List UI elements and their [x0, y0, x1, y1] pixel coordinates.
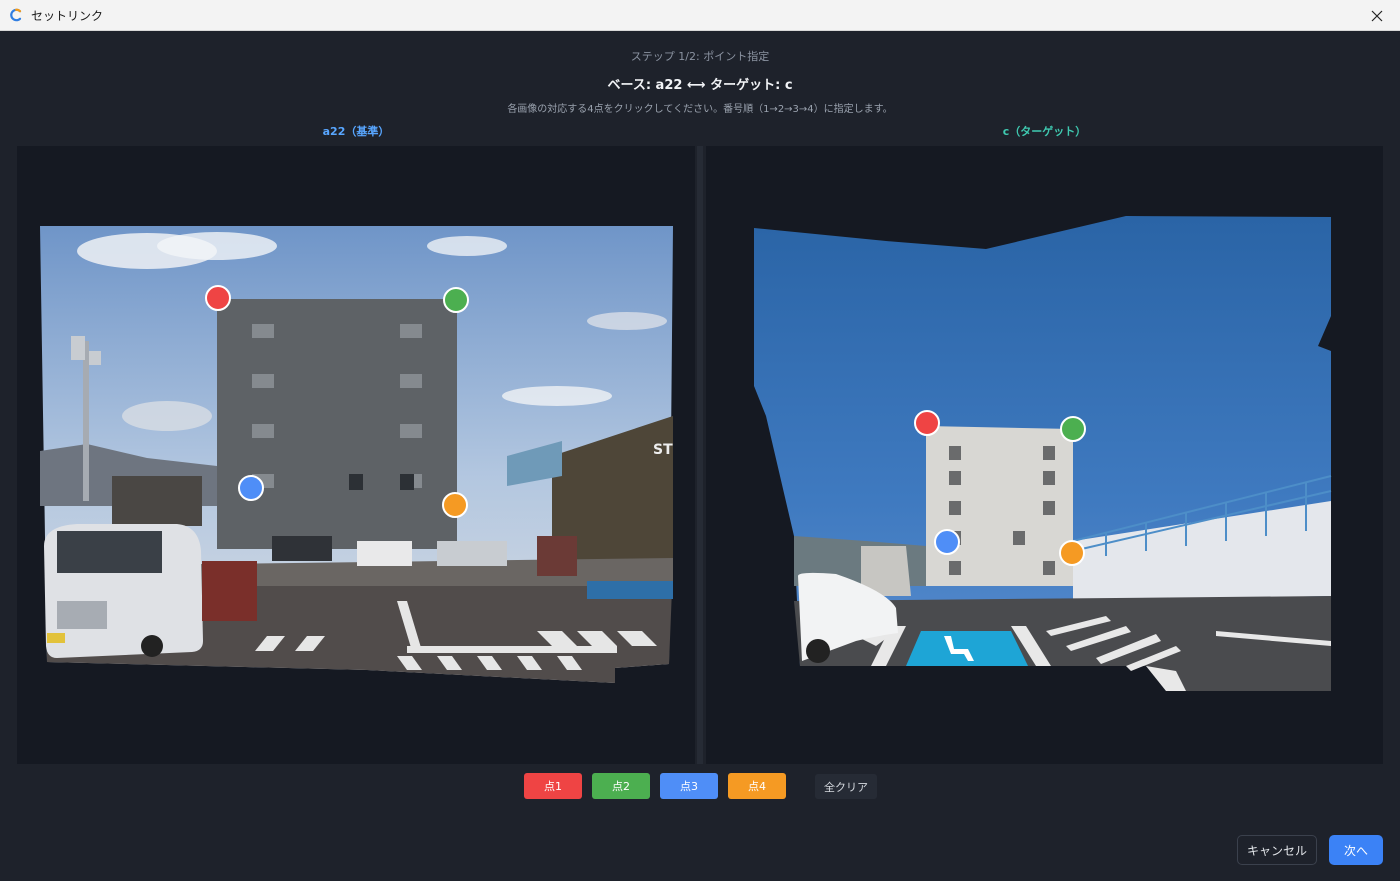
point-2-button[interactable]: 点2: [592, 773, 650, 799]
target-image-pane[interactable]: [706, 146, 1383, 764]
storefront-sign: ST: [653, 442, 673, 458]
step-indicator: ステップ 1/2: ポイント指定: [630, 50, 770, 63]
pair-title: ベース: a22 ⟷ ターゲット: c: [607, 78, 793, 93]
close-icon: [1371, 10, 1383, 21]
point-1-marker[interactable]: [205, 285, 231, 311]
close-button[interactable]: [1354, 0, 1400, 31]
point-4-button[interactable]: 点4: [728, 773, 786, 799]
point-4-marker-target[interactable]: [1059, 540, 1085, 566]
point-3-marker[interactable]: [238, 475, 264, 501]
point-2-marker[interactable]: [443, 287, 469, 313]
clear-all-button[interactable]: 全クリア: [815, 774, 877, 799]
point-1-marker-target[interactable]: [914, 410, 940, 436]
point-4-marker[interactable]: [442, 492, 468, 518]
window-title: セットリンク: [31, 9, 104, 23]
point-1-button[interactable]: 点1: [524, 773, 582, 799]
cancel-button[interactable]: キャンセル: [1237, 835, 1317, 865]
point-3-marker-target[interactable]: [934, 529, 960, 555]
pane-divider[interactable]: [697, 146, 703, 764]
base-image-label: a22（基準）: [322, 125, 390, 138]
base-image-pane[interactable]: ST: [17, 146, 695, 764]
title-bar: セットリンク: [0, 0, 1400, 31]
next-button[interactable]: 次へ: [1329, 835, 1383, 865]
target-photo[interactable]: [706, 146, 1383, 764]
point-2-marker-target[interactable]: [1060, 416, 1086, 442]
instruction-text: 各画像の対応する4点をクリックしてください。番号順（1→2→3→4）に指定します…: [507, 104, 893, 115]
target-image-label: c（ターゲット）: [1002, 125, 1087, 138]
dialog-content: ステップ 1/2: ポイント指定 ベース: a22 ⟷ ターゲット: c 各画像…: [0, 31, 1400, 881]
app-logo-icon: [10, 8, 22, 22]
base-photo[interactable]: ST: [17, 146, 695, 764]
point-3-button[interactable]: 点3: [660, 773, 718, 799]
